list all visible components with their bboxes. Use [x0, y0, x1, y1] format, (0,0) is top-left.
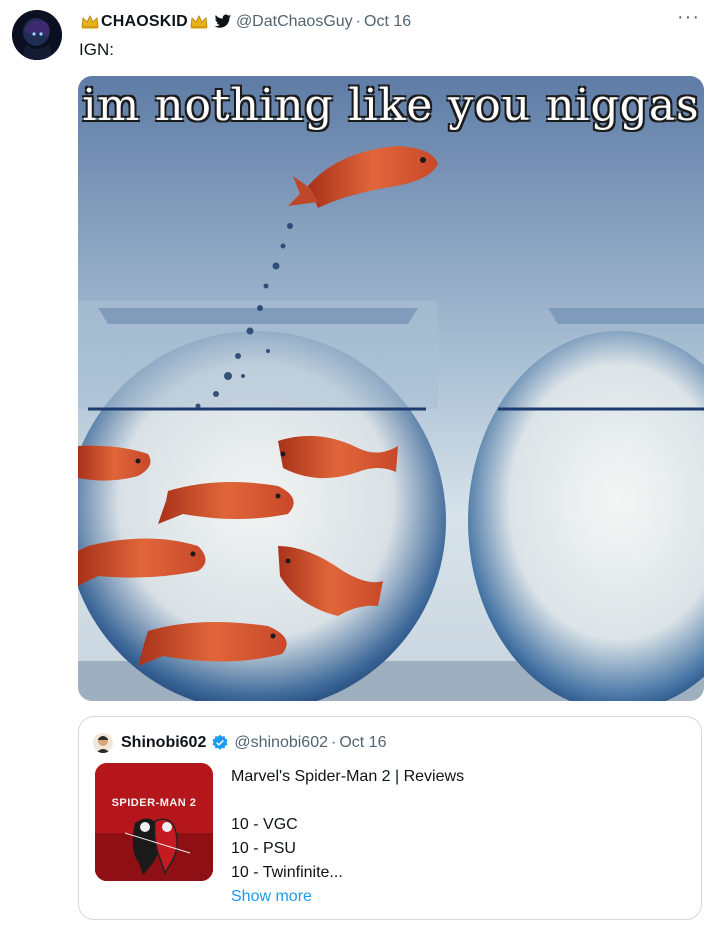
more-options-button[interactable]: ··· [677, 6, 700, 29]
timestamp[interactable]: Oct 16 [364, 13, 411, 31]
quoted-title: Marvel's Spider-Man 2 | Reviews [231, 768, 465, 785]
review-score: 10 - Twinfinite... [231, 864, 343, 881]
quoted-avatar[interactable] [93, 733, 113, 753]
crown-icon [190, 15, 208, 29]
tweet-text: IGN: [79, 40, 114, 59]
review-score: 10 - PSU [231, 840, 296, 857]
show-more-link[interactable]: Show more [231, 885, 464, 909]
meme-caption: im nothing like you niggas [82, 80, 700, 131]
handle[interactable]: @DatChaosGuy [236, 13, 353, 31]
twitter-bird-icon [214, 14, 232, 30]
quoted-tweet-text: Marvel's Spider-Man 2 | Reviews 10 - VGC… [231, 765, 464, 909]
spiderman-artwork [95, 763, 213, 881]
quoted-tweet-header: Shinobi602 @shinobi602 · Oct 16 [93, 733, 386, 753]
tweet-media-image[interactable]: im nothing like you niggas [78, 76, 704, 701]
quoted-handle[interactable]: @shinobi602 [234, 734, 328, 752]
separator: · [331, 734, 337, 751]
quoted-display-name[interactable]: Shinobi602 [121, 734, 206, 752]
meme-illustration [78, 146, 704, 701]
separator: · [355, 13, 361, 30]
verified-badge-icon [211, 734, 229, 752]
quoted-thumbnail[interactable]: SPIDER-MAN 2 [95, 763, 213, 881]
tweet-header: CHAOSKID @DatChaosGuy · Oct 16 [79, 10, 706, 34]
quoted-timestamp[interactable]: Oct 16 [339, 734, 386, 752]
quoted-tweet-card[interactable]: Shinobi602 @shinobi602 · Oct 16 SPIDER-M… [78, 716, 702, 920]
review-score: 10 - VGC [231, 816, 298, 833]
display-name[interactable]: CHAOSKID [101, 13, 188, 31]
jumping-fish [288, 146, 438, 208]
avatar[interactable] [12, 10, 62, 60]
thumbnail-title: SPIDER-MAN 2 [111, 797, 197, 809]
crown-icon [81, 15, 99, 29]
avatar-image [12, 10, 62, 60]
